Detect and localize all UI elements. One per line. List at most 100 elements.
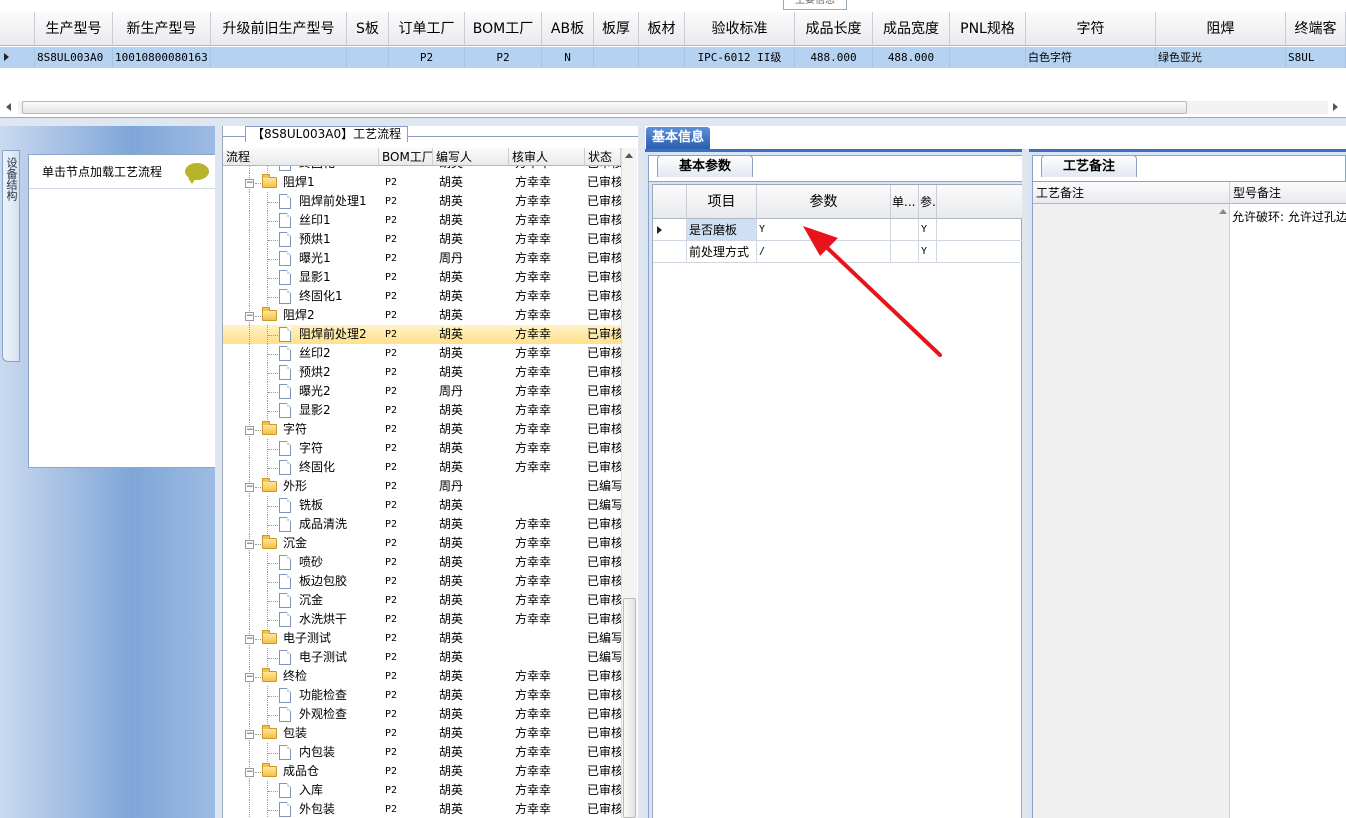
tree-node[interactable]: 终固化 — [223, 166, 379, 173]
collapse-toggle-icon[interactable]: − — [245, 635, 254, 644]
horizontal-splitter[interactable] — [0, 118, 1346, 126]
tab-process-notes[interactable]: 工艺备注 — [1041, 155, 1137, 177]
tree-row[interactable]: 阻焊前处理2 P2 胡英 方幸幸 已审核 — [223, 325, 621, 344]
order-cell[interactable]: 10010800080163 — [113, 47, 211, 68]
tree-row[interactable]: 沉金 P2 胡英 方幸幸 已审核 — [223, 591, 621, 610]
order-cell[interactable]: 白色字符 — [1026, 47, 1156, 68]
tree-row[interactable]: − 包装 P2 胡英 方幸幸 已审核 — [223, 724, 621, 743]
tree-row[interactable]: − 字符 P2 胡英 方幸幸 已审核 — [223, 420, 621, 439]
tree-row[interactable]: 显影2 P2 胡英 方幸幸 已审核 — [223, 401, 621, 420]
process-note-cell[interactable] — [1033, 204, 1230, 818]
tree-row[interactable]: 外观检查 P2 胡英 方幸幸 已审核 — [223, 705, 621, 724]
tree-node[interactable]: 功能检查 — [223, 686, 379, 705]
notes-col-header[interactable]: 工艺备注 — [1033, 182, 1230, 204]
tree-node[interactable]: 喷砂 — [223, 553, 379, 572]
tree-node[interactable]: 电子测试 — [223, 648, 379, 667]
scroll-thumb[interactable] — [623, 598, 636, 818]
tree-row[interactable]: 阻焊前处理1 P2 胡英 方幸幸 已审核 — [223, 192, 621, 211]
row-indicator[interactable] — [0, 47, 35, 68]
collapse-toggle-icon[interactable]: − — [245, 673, 254, 682]
tree-node[interactable]: 预烘1 — [223, 230, 379, 249]
order-col-header[interactable]: 字符 — [1026, 12, 1156, 46]
tree-row[interactable]: − 外形 P2 周丹 已编写 — [223, 477, 621, 496]
tree-row[interactable]: 功能检查 P2 胡英 方幸幸 已审核 — [223, 686, 621, 705]
tree-col-header[interactable]: 编写人 — [433, 148, 509, 166]
order-col-header[interactable]: 板材 — [639, 12, 685, 46]
scroll-up-icon[interactable] — [1219, 209, 1227, 214]
process-tree-vscrollbar[interactable] — [621, 148, 637, 818]
params-col-header[interactable]: 参... — [919, 185, 937, 219]
tree-row[interactable]: 板边包胶 P2 胡英 方幸幸 已审核 — [223, 572, 621, 591]
tree-node[interactable]: 板边包胶 — [223, 572, 379, 591]
row-indicator[interactable] — [653, 241, 687, 263]
order-col-header[interactable]: 升级前旧生产型号 — [211, 12, 347, 46]
row-indicator[interactable] — [653, 219, 687, 241]
tree-row[interactable]: 终固化1 P2 胡英 方幸幸 已审核 — [223, 287, 621, 306]
collapse-toggle-icon[interactable]: − — [245, 179, 254, 188]
scroll-thumb[interactable] — [22, 101, 1187, 114]
params-cell-flag[interactable]: Y — [919, 241, 937, 263]
params-cell-unit[interactable] — [891, 241, 919, 263]
tree-node[interactable]: 成品清洗 — [223, 515, 379, 534]
tree-row[interactable]: 喷砂 P2 胡英 方幸幸 已审核 — [223, 553, 621, 572]
order-cell[interactable]: P2 — [465, 47, 542, 68]
order-col-header[interactable]: 生产型号 — [35, 12, 113, 46]
params-col-header[interactable]: 参数 — [757, 185, 891, 219]
tree-row[interactable]: 预烘1 P2 胡英 方幸幸 已审核 — [223, 230, 621, 249]
tree-row[interactable]: 铣板 P2 胡英 已编写 — [223, 496, 621, 515]
order-col-header[interactable]: AB板 — [542, 12, 594, 46]
tree-node[interactable]: − 包装 — [223, 724, 379, 743]
params-cell-flag[interactable]: Y — [919, 219, 937, 241]
tree-node[interactable]: 预烘2 — [223, 363, 379, 382]
order-cell[interactable] — [211, 47, 347, 68]
tree-row[interactable]: 曝光2 P2 周丹 方幸幸 已审核 — [223, 382, 621, 401]
order-col-header[interactable]: 终端客 — [1286, 12, 1346, 46]
order-cell[interactable]: P2 — [389, 47, 465, 68]
tree-node[interactable]: 外观检查 — [223, 705, 379, 724]
scroll-right-icon[interactable] — [1333, 103, 1338, 111]
tree-row[interactable]: − 沉金 P2 胡英 方幸幸 已审核 — [223, 534, 621, 553]
tree-node[interactable]: 曝光1 — [223, 249, 379, 268]
tree-row[interactable]: − 阻焊2 P2 胡英 方幸幸 已审核 — [223, 306, 621, 325]
main-info-tab[interactable]: 主要信息 — [783, 0, 847, 10]
params-cell-unit[interactable] — [891, 219, 919, 241]
params-cell-item[interactable]: 是否磨板 — [687, 219, 757, 241]
params-col-header[interactable]: 项目 — [687, 185, 757, 219]
order-col-header[interactable]: S板 — [347, 12, 389, 46]
tree-node[interactable]: − 字符 — [223, 420, 379, 439]
tree-node[interactable]: − 阻焊2 — [223, 306, 379, 325]
collapse-toggle-icon[interactable]: − — [245, 483, 254, 492]
params-col-header[interactable]: 单... — [891, 185, 919, 219]
order-cell[interactable] — [347, 47, 389, 68]
tree-row[interactable]: 显影1 P2 胡英 方幸幸 已审核 — [223, 268, 621, 287]
order-col-header[interactable]: 验收标准 — [685, 12, 795, 46]
structure-vertical-tab[interactable]: 设备结构 — [2, 150, 20, 362]
collapse-toggle-icon[interactable]: − — [245, 312, 254, 321]
left-splitter[interactable] — [215, 126, 222, 818]
tree-node[interactable]: 内包装 — [223, 743, 379, 762]
order-col-header[interactable]: 板厚 — [594, 12, 639, 46]
tree-row[interactable]: − 终检 P2 胡英 方幸幸 已审核 — [223, 667, 621, 686]
collapse-toggle-icon[interactable]: − — [245, 540, 254, 549]
process-tree[interactable]: 终固化P2胡英方幸幸已审核−阻焊1P2胡英方幸幸已审核阻焊前处理1P2胡英方幸幸… — [223, 166, 621, 818]
tree-node[interactable]: − 阻焊1 — [223, 173, 379, 192]
params-row[interactable]: 是否磨板 Y Y — [653, 219, 1023, 241]
tree-node[interactable]: 沉金 — [223, 591, 379, 610]
tree-row[interactable]: 外包装 P2 胡英 方幸幸 已审核 — [223, 800, 621, 818]
tree-node[interactable]: 阻焊前处理1 — [223, 192, 379, 211]
tree-node[interactable]: − 外形 — [223, 477, 379, 496]
tree-node[interactable]: 显影2 — [223, 401, 379, 420]
order-cell[interactable]: S8UL — [1286, 47, 1346, 68]
tree-row[interactable]: 曝光1 P2 周丹 方幸幸 已审核 — [223, 249, 621, 268]
tree-node[interactable]: 显影1 — [223, 268, 379, 287]
tree-row[interactable]: 水洗烘干 P2 胡英 方幸幸 已审核 — [223, 610, 621, 629]
tree-node[interactable]: 铣板 — [223, 496, 379, 515]
params-row[interactable]: 前处理方式 / Y — [653, 241, 1023, 263]
tree-col-header[interactable]: BOM工厂 — [379, 148, 433, 166]
order-cell[interactable]: 绿色亚光 — [1156, 47, 1286, 68]
tree-row[interactable]: − 电子测试 P2 胡英 已编写 — [223, 629, 621, 648]
order-cell[interactable]: 8S8UL003A0 — [35, 47, 113, 68]
tree-col-header[interactable]: 核审人 — [509, 148, 585, 166]
tree-col-header[interactable]: 状态 — [585, 148, 621, 166]
order-cell[interactable] — [639, 47, 685, 68]
